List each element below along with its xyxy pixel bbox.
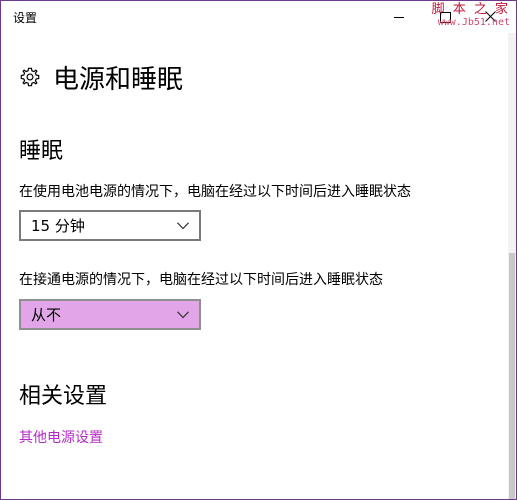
battery-sleep-value: 15 分钟 xyxy=(31,217,85,235)
minimize-button[interactable] xyxy=(376,1,422,33)
settings-window: 设置 脚 本 之 家 www.Jb51.net 电源和睡眠 睡眠 在使用电池电源… xyxy=(0,0,517,500)
scrollbar[interactable] xyxy=(508,33,516,499)
plugged-sleep-dropdown[interactable]: 从不 xyxy=(19,299,201,330)
battery-sleep-label: 在使用电池电源的情况下，电脑在经过以下时间后进入睡眠状态 xyxy=(19,184,411,200)
scrollbar-thumb[interactable] xyxy=(509,253,515,499)
sleep-section-title: 睡眠 xyxy=(19,139,64,164)
page-header: 电源和睡眠 xyxy=(19,57,183,97)
chevron-down-icon xyxy=(177,221,189,229)
other-power-settings-link[interactable]: 其他电源设置 xyxy=(19,427,103,447)
gear-icon xyxy=(20,67,40,87)
watermark: 脚 本 之 家 www.Jb51.net xyxy=(431,2,510,29)
related-settings-title: 相关设置 xyxy=(19,384,108,409)
battery-sleep-dropdown[interactable]: 15 分钟 xyxy=(19,210,201,241)
window-title: 设置 xyxy=(13,11,38,25)
plugged-sleep-value: 从不 xyxy=(31,306,62,324)
plugged-sleep-label: 在接通电源的情况下，电脑在经过以下时间后进入睡眠状态 xyxy=(19,272,383,288)
chevron-down-icon xyxy=(177,310,189,318)
page-title: 电源和睡眠 xyxy=(53,64,184,95)
watermark-url: www.Jb51.net xyxy=(437,17,510,29)
watermark-brand: 脚 本 之 家 xyxy=(431,2,510,17)
